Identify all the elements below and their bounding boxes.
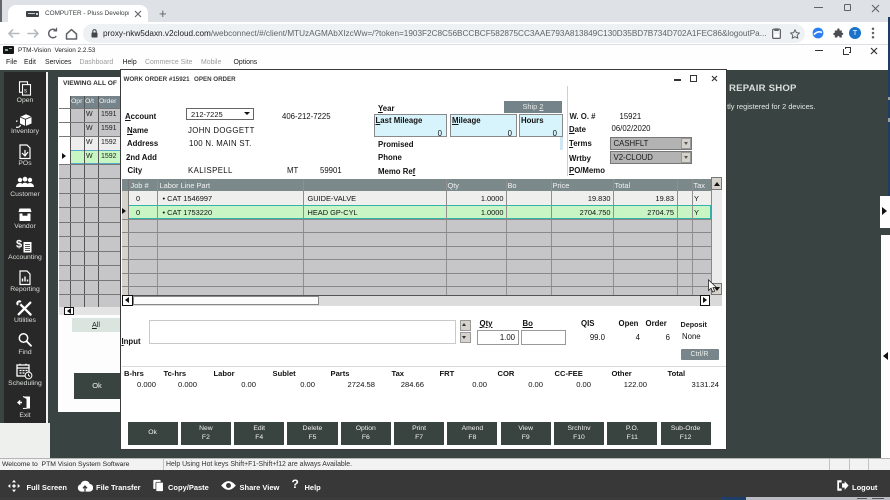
svg-text:s: s (24, 89, 27, 95)
svg-text:$: $ (16, 239, 22, 251)
